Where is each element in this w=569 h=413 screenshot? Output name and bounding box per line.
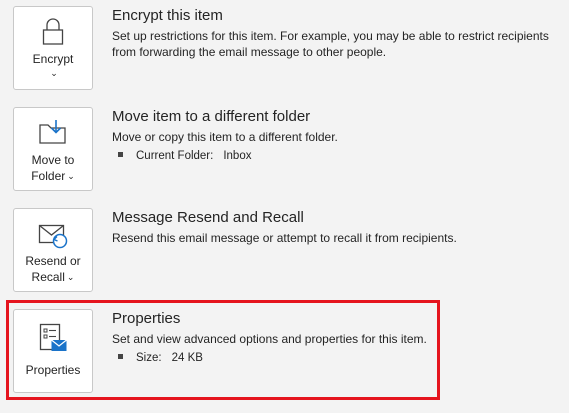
move-to-folder-button[interactable]: Move to Folder ⌄ — [13, 107, 93, 191]
move-title: Move item to a different folder — [112, 108, 311, 125]
properties-button[interactable]: Properties — [13, 309, 93, 393]
current-folder-label: Current Folder: — [136, 150, 214, 162]
size-label: Size: — [136, 352, 162, 364]
resend-button-label-1: Resend or — [25, 254, 81, 268]
chevron-down-icon: ⌄ — [50, 68, 58, 78]
folder-move-icon — [39, 120, 66, 144]
chevron-down-icon: ⌄ — [66, 272, 75, 282]
envelope-resend-icon — [38, 224, 68, 249]
encrypt-button-label: Encrypt — [32, 52, 74, 66]
bullet-marker — [118, 354, 123, 359]
move-description: Move or copy this item to a different fo… — [112, 130, 338, 144]
encrypt-title: Encrypt this item — [112, 7, 223, 24]
properties-description: Set and view advanced options and proper… — [112, 332, 427, 346]
resend-description: Resend this email message or attempt to … — [112, 231, 457, 245]
chevron-down-icon: ⌄ — [67, 171, 75, 181]
encrypt-button[interactable]: Encrypt ⌄ — [13, 6, 93, 90]
bullet-marker — [118, 152, 123, 157]
size-value: 24 KB — [171, 352, 203, 364]
move-button-label-2: Folder — [31, 169, 66, 183]
resend-recall-button[interactable]: Resend or Recall ⌄ — [13, 208, 93, 292]
resend-title: Message Resend and Recall — [112, 209, 304, 226]
current-folder-value: Inbox — [223, 150, 252, 162]
size-bullet: Size: 24 KB — [112, 350, 552, 366]
encrypt-description: Set up restrictions for this item. For e… — [112, 29, 549, 59]
lock-icon — [42, 18, 64, 45]
resend-button-label-2: Recall — [31, 270, 65, 284]
properties-icon — [39, 323, 67, 351]
properties-button-label: Properties — [25, 363, 81, 377]
move-button-label-1: Move to — [31, 153, 75, 167]
current-folder-bullet: Current Folder: Inbox — [112, 148, 552, 164]
properties-title: Properties — [112, 310, 181, 327]
